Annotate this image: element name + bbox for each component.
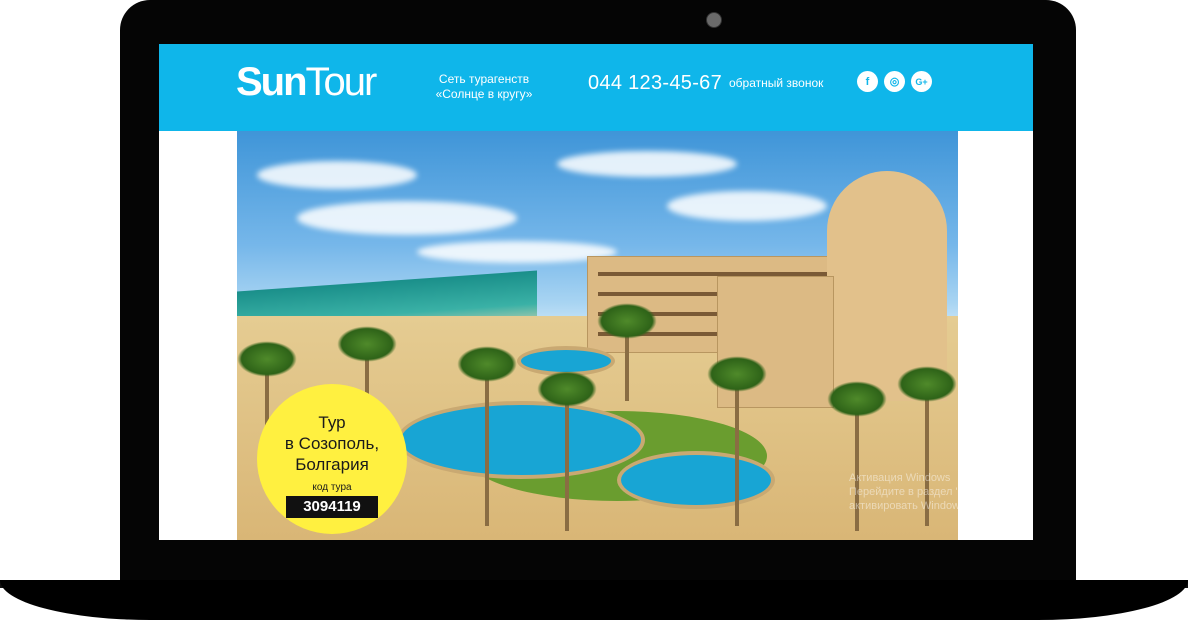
site-header: SunTour Сеть турагенств «Солнце в кругу»… [159, 44, 1033, 131]
cloud [557, 151, 737, 177]
hero-image: Тур в Созополь, Болгария код тура 309411… [237, 131, 958, 540]
instagram-icon[interactable]: ◎ [884, 71, 905, 92]
pool [617, 451, 775, 509]
tour-code: 3094119 [286, 496, 378, 518]
palm-tree [537, 371, 597, 407]
palm-tree [827, 381, 887, 417]
pool [397, 401, 645, 479]
social-links: f ◎ G+ [857, 71, 932, 92]
callback-link[interactable]: обратный звонок [729, 76, 823, 90]
palm-tree [457, 346, 517, 382]
palm-tree [897, 366, 957, 402]
tagline: Сеть турагенств «Солнце в кругу» [435, 72, 533, 101]
laptop-screen: SunTour Сеть турагенств «Солнце в кругу»… [159, 44, 1033, 540]
facebook-icon[interactable]: f [857, 71, 878, 92]
windows-activation-watermark: Активация Windows Перейдите в раздел "На… [849, 471, 958, 513]
palm-tree [707, 356, 767, 392]
google-plus-icon[interactable]: G+ [911, 71, 932, 92]
logo-part-sun: Sun [236, 60, 308, 104]
logo[interactable]: SunTour [236, 60, 378, 104]
cloud [257, 161, 417, 189]
tour-code-label: код тура [312, 482, 352, 493]
webcam-icon [706, 12, 722, 28]
cloud [667, 191, 827, 221]
logo-part-tour: Tour [305, 60, 378, 104]
tour-title: Тур в Созополь, Болгария [284, 413, 380, 474]
phone-number[interactable]: 044 123-45-67 [588, 72, 722, 95]
tour-badge[interactable]: Тур в Созополь, Болгария код тура 309411… [257, 384, 407, 534]
watermark-line: Перейдите в раздел "Настройки", щоб [849, 486, 958, 498]
cloud [297, 201, 517, 235]
laptop-base [0, 580, 1188, 620]
palm-tree [597, 303, 657, 339]
palm-tree [337, 326, 397, 362]
watermark-line: Активация Windows [849, 472, 951, 484]
palm-tree [237, 341, 297, 377]
watermark-line: активировать Windows. [849, 500, 958, 512]
